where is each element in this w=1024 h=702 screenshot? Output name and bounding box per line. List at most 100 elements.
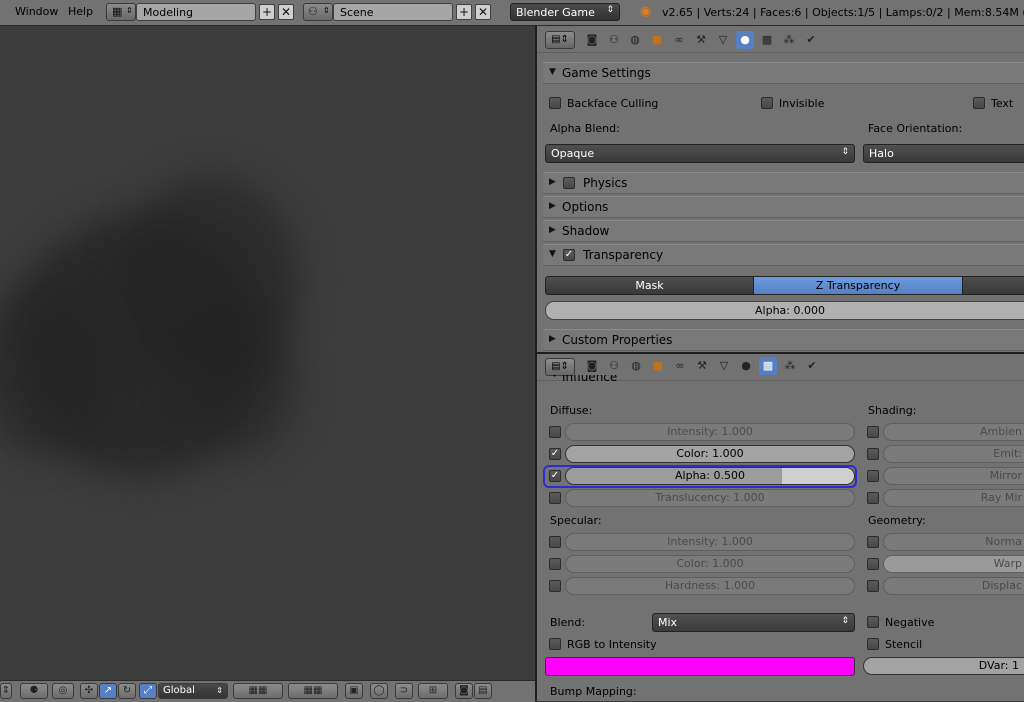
layer-buttons-1[interactable]: ▦▦ xyxy=(233,683,283,699)
specular-hardness-checkbox[interactable] xyxy=(549,580,561,592)
specular-color-checkbox[interactable] xyxy=(549,558,561,570)
transform-orientation-dropdown[interactable]: Global ⇕ xyxy=(158,683,228,699)
panel-transparency[interactable]: ▼ ✓ Transparency xyxy=(543,244,1024,266)
material-tab[interactable]: ● xyxy=(736,31,754,49)
editor-type-button[interactable]: ▤⇕ xyxy=(545,358,575,376)
scene-tab[interactable]: ⚇ xyxy=(605,357,623,375)
material-tab[interactable]: ● xyxy=(737,357,755,375)
stencil-checkbox[interactable] xyxy=(867,638,879,650)
delete-screen-button[interactable]: ✕ xyxy=(278,4,294,20)
render-tab[interactable]: ◙ xyxy=(583,357,601,375)
lock-camera-button[interactable]: ▣ xyxy=(345,683,363,699)
specular-color-slider[interactable]: Color: 1.000 xyxy=(565,555,855,573)
render-tab[interactable]: ◙ xyxy=(583,31,601,49)
diffuse-intensity-slider[interactable]: Intensity: 1.000 xyxy=(565,423,855,441)
geometry-warp-checkbox[interactable] xyxy=(867,558,879,570)
texture-tab[interactable]: ▩ xyxy=(758,31,776,49)
editor-type-button[interactable]: ⇕ xyxy=(0,683,12,699)
specular-hardness-slider[interactable]: Hardness: 1.000 xyxy=(565,577,855,595)
render-engine-dropdown[interactable]: Blender Game ⇕ xyxy=(510,3,620,21)
z-transparency-button[interactable]: Z Transparency xyxy=(753,276,963,295)
blend-dropdown[interactable]: Mix ⇕ xyxy=(652,613,855,632)
modifiers-tab[interactable]: ⚒ xyxy=(692,31,710,49)
world-tab[interactable]: ◍ xyxy=(627,357,645,375)
render-still-button[interactable]: ◙ xyxy=(455,683,473,699)
panel-physics[interactable]: ▶ Physics xyxy=(543,172,1024,194)
diffuse-color-checkbox[interactable]: ✓ xyxy=(549,448,561,460)
backface-culling-checkbox[interactable] xyxy=(549,97,561,109)
diffuse-intensity-checkbox[interactable] xyxy=(549,426,561,438)
data-tab[interactable]: ▽ xyxy=(714,31,732,49)
scene-selector[interactable]: ⚇ ⇕ xyxy=(303,3,333,21)
scale-manipulator[interactable]: ⤢ xyxy=(139,683,157,699)
geometry-warp-slider[interactable]: Warp xyxy=(883,555,1024,573)
physics-checkbox[interactable] xyxy=(563,177,575,189)
texture-color-swatch[interactable] xyxy=(545,657,855,676)
object-tab[interactable]: ■ xyxy=(649,357,667,375)
physics-tab[interactable]: ✔ xyxy=(802,31,820,49)
panel-custom-properties[interactable]: ▶ Custom Properties xyxy=(543,329,1024,351)
layer-buttons-2[interactable]: ▦▦ xyxy=(288,683,338,699)
delete-scene-button[interactable]: ✕ xyxy=(475,4,491,20)
constraints-tab[interactable]: ∞ xyxy=(671,357,689,375)
rotate-manipulator[interactable]: ↻ xyxy=(118,683,136,699)
dvar-slider[interactable]: DVar: 1 xyxy=(863,657,1024,675)
geometry-normal-slider[interactable]: Norma xyxy=(883,533,1024,551)
face-orientation-dropdown[interactable]: Halo xyxy=(863,144,1024,163)
add-screen-button[interactable]: + xyxy=(259,4,275,20)
shading-mirror-checkbox[interactable] xyxy=(867,470,879,482)
text-checkbox[interactable] xyxy=(973,97,985,109)
screen-layout-name[interactable]: Modeling xyxy=(136,3,256,21)
rgb-to-intensity-checkbox[interactable] xyxy=(549,638,561,650)
invisible-checkbox[interactable] xyxy=(761,97,773,109)
menu-window[interactable]: Window xyxy=(15,5,58,18)
panel-game-settings[interactable]: ▼ Game Settings xyxy=(543,62,1024,84)
transparency-alpha-slider[interactable]: Alpha: 0.000 xyxy=(545,301,1024,320)
shading-raymir-checkbox[interactable] xyxy=(867,492,879,504)
negative-checkbox[interactable] xyxy=(867,616,879,628)
transparency-checkbox[interactable]: ✓ xyxy=(563,249,575,261)
manipulator-toggle[interactable]: ✣ xyxy=(80,683,98,699)
panel-influence[interactable]: ▼ Influence xyxy=(543,375,1024,387)
shading-emit-checkbox[interactable] xyxy=(867,448,879,460)
panel-shadow[interactable]: ▶ Shadow xyxy=(543,220,1024,242)
shading-mirror-slider[interactable]: Mirror xyxy=(883,467,1024,485)
3d-viewport[interactable] xyxy=(0,26,535,680)
raytrace-button[interactable] xyxy=(962,276,1024,295)
shading-ambient-checkbox[interactable] xyxy=(867,426,879,438)
viewport-shading-button[interactable]: ◎ xyxy=(52,683,74,699)
alpha-blend-dropdown[interactable]: Opaque ⇕ xyxy=(545,144,855,163)
world-tab[interactable]: ◍ xyxy=(626,31,644,49)
render-animation-button[interactable]: ▤ xyxy=(474,683,492,699)
screen-layout-selector[interactable]: ▦ ⇕ xyxy=(106,3,136,21)
editor-type-button[interactable]: ▤⇕ xyxy=(545,31,575,49)
geometry-displace-checkbox[interactable] xyxy=(867,580,879,592)
diffuse-translucency-checkbox[interactable] xyxy=(549,492,561,504)
geometry-displace-slider[interactable]: Displac xyxy=(883,577,1024,595)
shading-raymir-slider[interactable]: Ray Mir xyxy=(883,489,1024,507)
panel-options[interactable]: ▶ Options xyxy=(543,196,1024,218)
modifiers-tab[interactable]: ⚒ xyxy=(693,357,711,375)
specular-intensity-checkbox[interactable] xyxy=(549,536,561,548)
snap-element-dropdown[interactable]: ⊞ xyxy=(418,683,448,699)
shading-ambient-slider[interactable]: Ambien xyxy=(883,423,1024,441)
mask-button[interactable]: Mask xyxy=(545,276,754,295)
snap-button[interactable]: ⊃ xyxy=(395,683,413,699)
diffuse-translucency-slider[interactable]: Translucency: 1.000 xyxy=(565,489,855,507)
geometry-normal-checkbox[interactable] xyxy=(867,536,879,548)
diffuse-color-slider[interactable]: Color: 1.000 xyxy=(565,445,855,463)
physics-tab[interactable]: ✔ xyxy=(803,357,821,375)
texture-tab[interactable]: ▩ xyxy=(759,357,777,375)
shading-emit-slider[interactable]: Emit: xyxy=(883,445,1024,463)
data-tab[interactable]: ▽ xyxy=(715,357,733,375)
particles-tab[interactable]: ⁂ xyxy=(780,31,798,49)
object-mode-selector[interactable]: ⚈ xyxy=(20,683,48,699)
object-tab[interactable]: ■ xyxy=(648,31,666,49)
translate-manipulator[interactable]: ↗ xyxy=(99,683,117,699)
add-scene-button[interactable]: + xyxy=(456,4,472,20)
menu-help[interactable]: Help xyxy=(68,5,93,18)
proportional-edit-button[interactable]: ◯ xyxy=(370,683,388,699)
particles-tab[interactable]: ⁂ xyxy=(781,357,799,375)
specular-intensity-slider[interactable]: Intensity: 1.000 xyxy=(565,533,855,551)
scene-tab[interactable]: ⚇ xyxy=(605,31,623,49)
